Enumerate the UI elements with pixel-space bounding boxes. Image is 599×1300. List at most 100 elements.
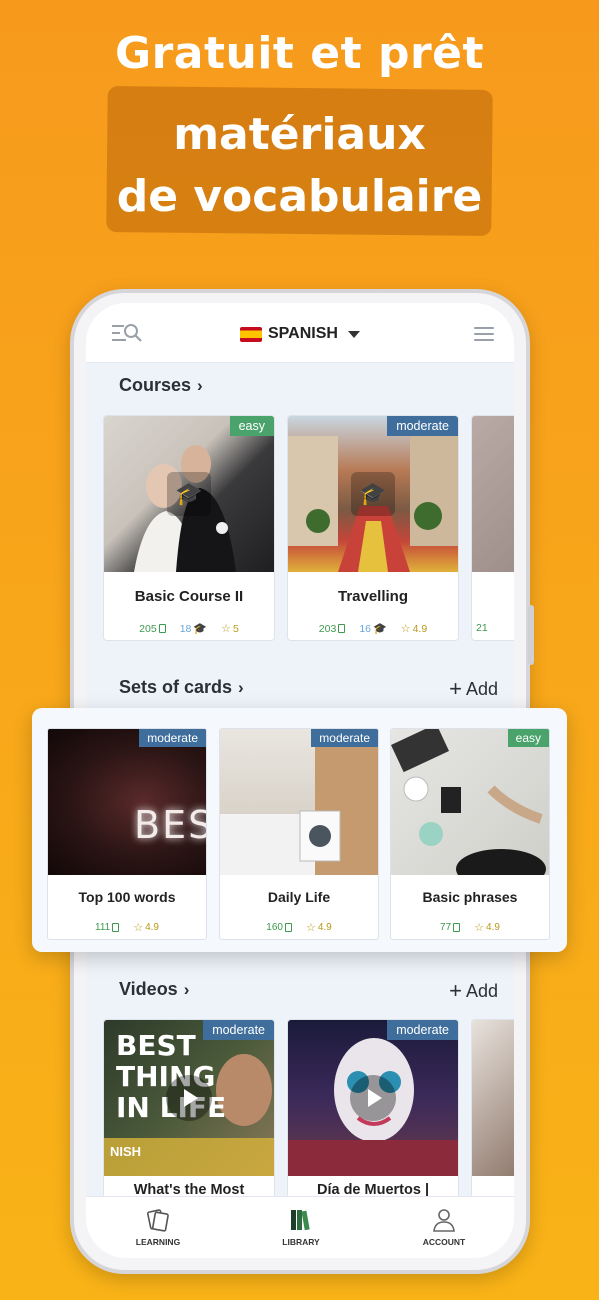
cards-icon (284, 923, 292, 932)
course-stats: 203 16 🎓 ☆ 4.9 (288, 622, 458, 636)
course-card[interactable]: 🎓 moderate Travelling 203 16 🎓 ☆ 4.9 (287, 415, 459, 641)
lessons-count: 18 (179, 622, 192, 635)
difficulty-badge: easy (507, 729, 549, 747)
rating-value: 5 (232, 622, 239, 635)
top-bar: SPANISH (86, 303, 514, 363)
cards-count: 205 (139, 622, 157, 635)
play-icon[interactable] (350, 1075, 396, 1121)
set-name: Top 100 words (78, 889, 176, 905)
graduation-cap-icon: 🎓 (193, 623, 208, 635)
course-name: Basic Course II (134, 588, 244, 605)
course-name: Travelling (337, 588, 409, 605)
lessons-count: 16 (359, 622, 372, 635)
star-icon: ☆ (221, 623, 231, 635)
sets-section-link[interactable]: Sets of cards › (119, 677, 244, 698)
promo-subtitle: matériaux de vocabulaire (0, 104, 599, 228)
language-label: SPANISH (268, 325, 338, 342)
add-label: Add (465, 981, 498, 1001)
video-card[interactable]: BEST THING IN LIFE NISH moderate What's … (103, 1019, 275, 1219)
promo-subtitle-line1: matériaux (173, 109, 426, 160)
set-image: easy (391, 729, 549, 889)
menu-search-icon[interactable] (110, 322, 144, 344)
difficulty-badge: easy (229, 416, 274, 436)
video-thumbnail: BEST THING IN LIFE NISH moderate (104, 1020, 274, 1176)
promo-title: Gratuit et prêt (114, 28, 485, 79)
video-card-partial[interactable] (471, 1019, 514, 1219)
plus-icon: + (449, 978, 462, 1003)
rating-value: 4.9 (412, 622, 428, 635)
user-icon (433, 1209, 455, 1232)
star-icon: ☆ (400, 623, 411, 635)
neon-sign: BEST (134, 803, 206, 847)
videos-section-link[interactable]: Videos › (119, 979, 189, 1000)
thumbnail-caption: NISH (110, 1144, 142, 1159)
nav-account[interactable]: ACCOUNT (394, 1207, 494, 1247)
set-stats: 160 ☆ 4.9 (220, 921, 378, 934)
chevron-right-icon: › (197, 376, 203, 395)
spain-flag-icon (240, 326, 262, 342)
set-stats: 111 ☆ 4.9 (48, 921, 206, 934)
cards-icon (112, 923, 120, 932)
courses-section-link[interactable]: Courses › (119, 375, 203, 396)
graduation-cap-icon: 🎓 (167, 472, 211, 516)
courses-title: Courses (119, 375, 192, 395)
video-thumbnail: moderate (288, 1020, 458, 1176)
cards-count: 160 (266, 922, 283, 933)
plus-icon: + (449, 676, 462, 701)
hamburger-icon[interactable] (474, 327, 494, 341)
graduation-cap-icon: 🎓 (373, 623, 387, 635)
star-icon: ☆ (305, 922, 316, 934)
course-image: 🎓 easy (104, 416, 274, 572)
nav-label: ACCOUNT (422, 1237, 466, 1247)
video-card[interactable]: moderate Día de Muertos | (287, 1019, 459, 1219)
chevron-right-icon: › (238, 678, 244, 697)
difficulty-badge: moderate (311, 729, 378, 747)
set-name: Basic phrases (422, 889, 518, 905)
add-video-button[interactable]: + Add (449, 977, 498, 1003)
cards-count: 77 (440, 922, 452, 933)
course-card-partial[interactable]: 21 (471, 415, 514, 641)
books-icon (291, 1210, 310, 1231)
sets-of-cards-panel: BEST moderate Top 100 words 111 ☆4.9 mod… (32, 708, 567, 952)
course-stats: 205 18 🎓 ☆ 5 (104, 622, 274, 636)
cards-count: 203 (318, 622, 337, 635)
course-image (472, 416, 514, 572)
chevron-down-icon (347, 330, 360, 338)
cards-icon (158, 624, 166, 633)
set-image: BEST moderate (48, 729, 206, 875)
difficulty-badge: moderate (139, 729, 206, 747)
set-image: moderate (220, 729, 378, 875)
nav-learning[interactable]: LEARNING (108, 1207, 208, 1247)
language-selector[interactable]: SPANISH (240, 323, 360, 345)
course-card[interactable]: 🎓 easy Basic Course II 205 18 🎓 ☆ 5 (103, 415, 275, 641)
set-card[interactable]: easy Basic phrases 77 ☆ 4.9 (390, 728, 550, 940)
course-stats: 21 (472, 622, 514, 634)
bottom-navigation: LEARNING LIBRARY ACCOUNT (86, 1196, 514, 1258)
difficulty-badge: moderate (387, 1020, 458, 1040)
video-thumbnail (472, 1020, 514, 1176)
star-icon: ☆ (474, 922, 485, 934)
cards-count: 21 (476, 622, 488, 634)
difficulty-badge: moderate (387, 416, 458, 436)
course-image: 🎓 moderate (288, 416, 458, 572)
set-name: Daily Life (267, 889, 331, 905)
cards-icon (338, 624, 346, 633)
chevron-right-icon: › (183, 980, 190, 999)
add-set-button[interactable]: + Add (449, 675, 498, 701)
add-label: Add (465, 679, 498, 699)
rating-value: 4.9 (145, 922, 159, 933)
set-card[interactable]: BEST moderate Top 100 words 111 ☆4.9 (47, 728, 207, 940)
rating-value: 4.9 (317, 922, 332, 933)
nav-label: LEARNING (135, 1237, 181, 1247)
difficulty-badge: moderate (203, 1020, 274, 1040)
set-stats: 77 ☆ 4.9 (391, 921, 549, 934)
videos-title: Videos (119, 979, 178, 999)
cards-stack-icon (146, 1209, 169, 1232)
nav-library[interactable]: LIBRARY (251, 1207, 351, 1247)
set-card[interactable]: moderate Daily Life 160 ☆ 4.9 (219, 728, 379, 940)
star-icon: ☆ (133, 922, 144, 934)
promo-subtitle-line2: de vocabulaire (116, 171, 483, 222)
rating-value: 4.9 (486, 922, 500, 933)
cards-icon (453, 923, 461, 932)
play-icon[interactable] (166, 1075, 212, 1121)
